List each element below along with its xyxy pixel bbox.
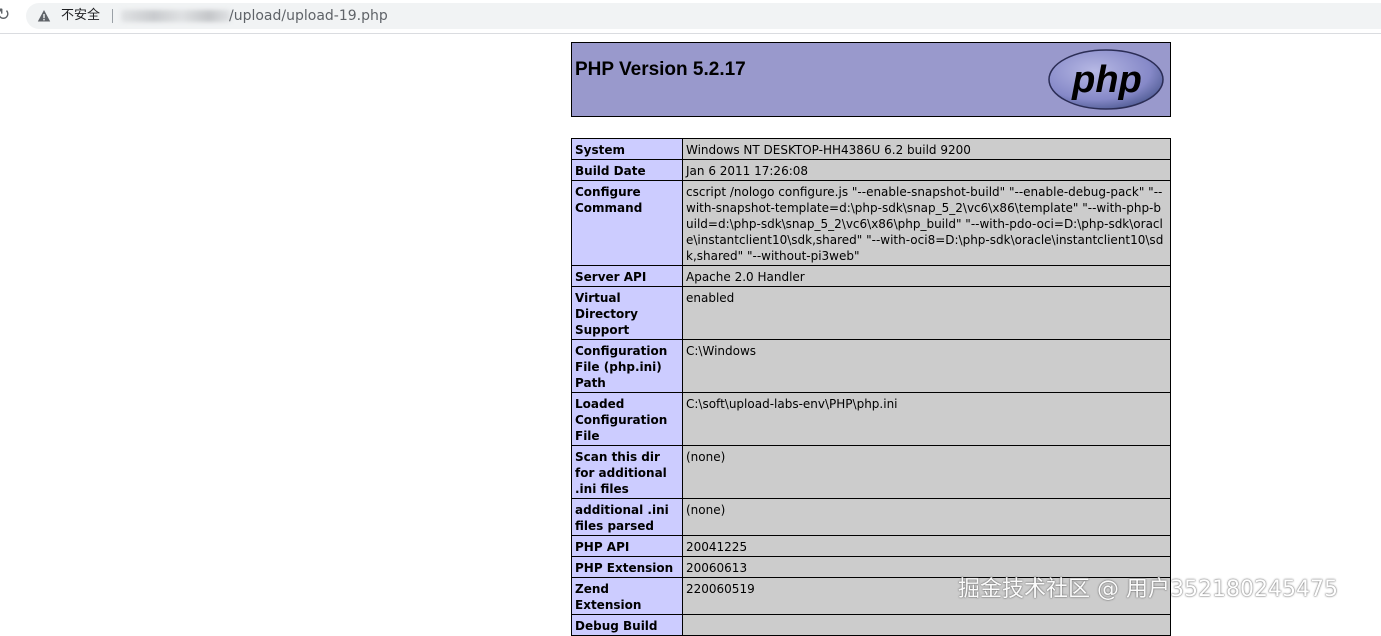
row-key: Debug Build (571, 614, 683, 636)
row-key: Configure Command (571, 180, 683, 266)
table-row: Server API Apache 2.0 Handler (571, 265, 1171, 287)
table-row: PHP API 20041225 (571, 535, 1171, 557)
php-logo-icon[interactable]: php (1047, 48, 1165, 111)
browser-toolbar: ↻ 不安全 /upload/upload-19.php (0, 0, 1381, 34)
table-row: System Windows NT DESKTOP-HH4386U 6.2 bui… (571, 138, 1171, 160)
row-value: 20041225 (682, 535, 1171, 557)
row-key: PHP API (571, 535, 683, 557)
row-key: System (571, 138, 683, 160)
address-bar[interactable]: 不安全 /upload/upload-19.php (26, 3, 1381, 29)
row-value: C:\soft\upload-labs-env\PHP\php.ini (682, 392, 1171, 446)
security-label[interactable]: 不安全 (61, 7, 100, 25)
table-row: Virtual Directory Support enabled (571, 286, 1171, 340)
logo-text: php (1071, 59, 1142, 101)
row-key: additional .ini files parsed (571, 498, 683, 536)
watermark: 掘金技术社区 @ 用户352180245475 (958, 577, 1338, 602)
phpinfo-page: PHP Version 5.2.17 php System Windows NT … (571, 42, 1171, 636)
row-value: cscript /nologo configure.js "--enable-s… (682, 180, 1171, 266)
table-row: Debug Build (571, 614, 1171, 636)
row-value: Apache 2.0 Handler (682, 265, 1171, 287)
warning-icon[interactable] (37, 9, 51, 23)
row-value: Jan 6 2011 17:26:08 (682, 159, 1171, 181)
row-key: Virtual Directory Support (571, 286, 683, 340)
row-value: C:\Windows (682, 339, 1171, 393)
row-key: Configuration File (php.ini) Path (571, 339, 683, 393)
redacted-host (121, 10, 231, 22)
row-value: enabled (682, 286, 1171, 340)
row-value (682, 614, 1171, 636)
row-key: PHP Extension (571, 556, 683, 578)
table-row: additional .ini files parsed (none) (571, 498, 1171, 536)
table-row: Build Date Jan 6 2011 17:26:08 (571, 159, 1171, 181)
table-row: Configure Command cscript /nologo configu… (571, 180, 1171, 266)
url-path[interactable]: /upload/upload-19.php (229, 7, 388, 25)
row-key: Zend Extension (571, 577, 683, 615)
row-value: (none) (682, 445, 1171, 499)
row-key: Loaded Configuration File (571, 392, 683, 446)
table-row: Scan this dir for additional .ini files(… (571, 445, 1171, 499)
system-info-table: System Windows NT DESKTOP-HH4386U 6.2 bui… (571, 138, 1171, 636)
reload-icon[interactable]: ↻ (0, 6, 14, 24)
row-key: Build Date (571, 159, 683, 181)
row-key: Server API (571, 265, 683, 287)
row-value: (none) (682, 498, 1171, 536)
row-value: Windows NT DESKTOP-HH4386U 6.2 build 920… (682, 138, 1171, 160)
row-key: Scan this dir for additional .ini files (571, 445, 683, 499)
page-title: PHP Version 5.2.17 (575, 59, 746, 80)
table-row: Loaded Configuration File C:\soft\upload-… (571, 392, 1171, 446)
phpinfo-header: PHP Version 5.2.17 php (571, 42, 1171, 117)
table-row: Configuration File (php.ini) Path C:\Wind… (571, 339, 1171, 393)
divider (112, 9, 113, 23)
